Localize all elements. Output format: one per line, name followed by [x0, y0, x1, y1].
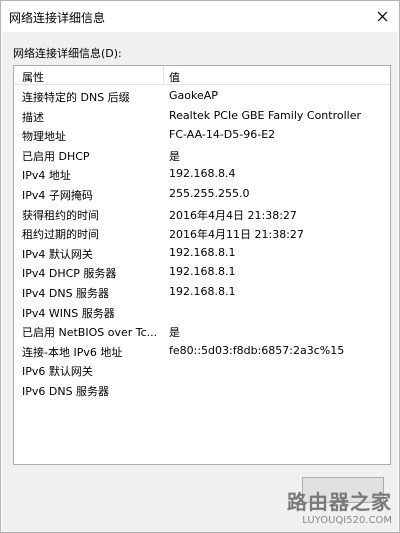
property-cell: 连接特定的 DNS 后缀: [22, 91, 130, 104]
property-cell: 已启用 NetBIOS over Tc...: [22, 326, 158, 340]
value-cell: 是: [169, 326, 180, 340]
list-item[interactable]: IPv4 DNS 服务器 192.168.8.1: [14, 282, 390, 302]
property-cell: IPv4 地址: [22, 169, 71, 183]
list-rows: 连接特定的 DNS 后缀 GaokeAP 描述 Realtek PCIe GBE…: [14, 86, 390, 400]
value-cell: 2016年4月11日 21:38:27: [169, 228, 304, 242]
property-cell: IPv6 默认网关: [22, 365, 93, 379]
value-cell: 是: [169, 149, 180, 163]
value-cell: 2016年4月4日 21:38:27: [169, 208, 297, 222]
details-listview[interactable]: 属性 值 连接特定的 DNS 后缀 GaokeAP 描述 Realtek PCI…: [13, 65, 391, 465]
property-cell: IPv4 子网掩码: [22, 188, 93, 202]
watermark: 路由器之家 LUYOUQI520.COM: [287, 486, 392, 526]
property-cell: 描述: [22, 110, 44, 124]
column-divider[interactable]: [163, 66, 164, 84]
value-cell: Realtek PCIe GBE Family Controller: [169, 108, 362, 122]
value-cell: FC-AA-14-D5-96-E2: [169, 128, 276, 142]
list-item[interactable]: 获得租约的时间 2016年4月4日 21:38:27: [14, 204, 390, 224]
value-cell: GaokeAP: [169, 89, 218, 102]
list-header: 属性 值: [14, 66, 390, 85]
watermark-url: LUYOUQI520.COM: [302, 515, 392, 526]
property-cell: IPv6 DNS 服务器: [22, 384, 110, 398]
list-item[interactable]: 租约过期的时间 2016年4月11日 21:38:27: [14, 223, 390, 243]
list-item[interactable]: IPv4 地址 192.168.8.4: [14, 164, 390, 184]
dialog-body: 网络连接详细信息(D): 属性 值 连接特定的 DNS 后缀 GaokeAP 描…: [2, 32, 398, 532]
value-cell: fe80::5d03:f8db:6857:2a3c%15: [169, 343, 345, 357]
watermark-title: 路由器之家: [287, 490, 392, 514]
list-item[interactable]: IPv4 默认网关 192.168.8.1: [14, 243, 390, 263]
list-item[interactable]: 已启用 DHCP 是: [14, 145, 390, 165]
value-cell: 192.168.8.1: [169, 245, 236, 259]
property-cell: 获得租约的时间: [22, 208, 99, 222]
column-header-value[interactable]: 值: [169, 69, 180, 85]
list-item[interactable]: 已启用 NetBIOS over Tc... 是: [14, 321, 390, 341]
property-cell: IPv4 WINS 服务器: [22, 306, 115, 320]
value-cell: 192.168.8.1: [169, 265, 236, 279]
property-cell: IPv4 默认网关: [22, 247, 93, 261]
value-cell: 255.255.255.0: [169, 186, 250, 200]
list-item[interactable]: 连接特定的 DNS 后缀 GaokeAP: [14, 86, 390, 106]
property-cell: IPv4 DNS 服务器: [22, 286, 110, 300]
details-label: 网络连接详细信息(D):: [13, 47, 122, 60]
property-cell: 物理地址: [22, 130, 66, 144]
list-item[interactable]: IPv4 WINS 服务器: [14, 302, 390, 322]
property-cell: 已启用 DHCP: [22, 149, 90, 163]
close-icon: [377, 11, 387, 21]
property-cell: 连接-本地 IPv6 地址: [22, 345, 123, 359]
list-item[interactable]: 连接-本地 IPv6 地址 fe80::5d03:f8db:6857:2a3c%…: [14, 341, 390, 361]
list-item[interactable]: 描述 Realtek PCIe GBE Family Controller: [14, 106, 390, 126]
property-cell: 租约过期的时间: [22, 228, 99, 242]
value-cell: 192.168.8.1: [169, 284, 236, 298]
list-item[interactable]: IPv6 DNS 服务器: [14, 380, 390, 400]
list-item[interactable]: IPv4 子网掩码 255.255.255.0: [14, 184, 390, 204]
list-item[interactable]: 物理地址 FC-AA-14-D5-96-E2: [14, 125, 390, 145]
value-cell: 192.168.8.4: [169, 167, 236, 181]
details-dialog: 网络连接详细信息 网络连接详细信息(D): 属性 值 连接特定的 DNS 后缀 …: [0, 0, 400, 533]
title-bar[interactable]: 网络连接详细信息: [1, 1, 399, 31]
list-item[interactable]: IPv6 默认网关: [14, 360, 390, 380]
column-header-property[interactable]: 属性: [22, 69, 44, 85]
window-title: 网络连接详细信息: [9, 11, 106, 25]
close-button[interactable]: [371, 5, 393, 27]
list-item[interactable]: IPv4 DHCP 服务器 192.168.8.1: [14, 262, 390, 282]
property-cell: IPv4 DHCP 服务器: [22, 267, 117, 281]
